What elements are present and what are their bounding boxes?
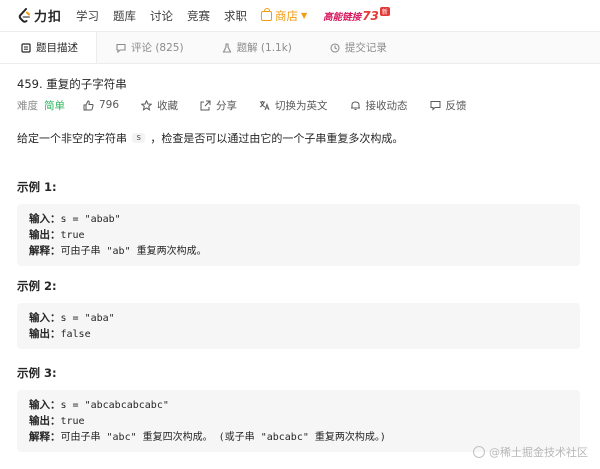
difficulty-badge: 简单 [44,99,65,112]
output-value: true [60,230,85,241]
explain-value: 可由子串 "ab" 重复两次构成。 [60,246,207,257]
example-1-block: 输入：s = "abab" 输出：true 解释：可由子串 "ab" 重复两次构… [17,204,580,266]
switch-language-label: 切换为英文 [275,99,328,112]
watermark: @稀土掘金技术社区 [473,444,588,460]
inline-code: s [132,133,146,143]
input-value: s = "abab" [60,214,121,225]
problem-tabs: 题目描述 评论 (825) 题解 (1.1k) 提交记录 [0,32,600,64]
tab-description[interactable]: 题目描述 [0,32,97,63]
input-label: 输入： [29,399,61,411]
shop-bag-icon [261,7,273,21]
nav-item-discuss[interactable]: 讨论 [150,8,173,24]
output-label: 输出： [29,415,61,427]
like-count: 796 [99,99,120,111]
promo-number: 73 [362,8,379,23]
output-label: 输出： [29,229,61,241]
tab-label: 题解 (1.1k) [236,42,292,54]
switch-language-button[interactable]: 切换为英文 [259,98,328,113]
example-output-line: 输出：false [29,326,568,342]
explain-label: 解释： [29,245,61,257]
nav-item-jobs[interactable]: 求职 [224,8,247,24]
nav-item-problems[interactable]: 题库 [113,8,136,24]
tab-solutions[interactable]: 题解 (1.1k) [203,32,311,63]
example-3-block: 输入：s = "abcabcabcabc" 输出：true 解释：可由子串 "a… [17,390,580,452]
star-icon [141,99,153,111]
translate-icon [259,100,270,110]
tab-submissions[interactable]: 提交记录 [311,32,406,63]
tab-label: 题目描述 [36,42,78,54]
explain-label: 解释： [29,431,61,443]
favorite-label: 收藏 [157,99,179,112]
example-input-line: 输入：s = "abab" [29,211,568,227]
comment-icon [116,43,126,53]
share-label: 分享 [216,99,238,112]
juejin-logo-icon [473,446,485,458]
feedback-icon [430,100,441,111]
history-icon [330,42,340,53]
promo-text: 高能链接 [323,11,362,23]
output-label: 输出： [29,328,61,340]
example-output-line: 输出：true [29,227,568,243]
nav-item-shop[interactable]: 商店 ▼ [261,7,308,24]
input-label: 输入： [29,213,61,225]
example-2-title: 示例 2: [17,279,57,293]
problem-content: 459. 重复的子字符串 难度 简单 796 收藏 分享 切换为英文 接收动态 … [0,76,600,452]
difficulty-label: 难度 [17,99,38,112]
subscribe-button[interactable]: 接收动态 [350,98,408,113]
problem-description: 给定一个非空的字符串 s ，检查是否可以通过由它的一个子串重复多次构成。 [17,130,580,146]
input-value: s = "aba" [60,313,115,324]
example-1-title: 示例 1: [17,180,57,194]
logo-text: 力扣 [34,10,63,25]
example-explain-line: 解释：可由子串 "abc" 重复四次构成。 (或子串 "abcabc" 重复两次… [29,429,568,445]
output-value: false [60,329,91,340]
like-button[interactable]: 796 [83,99,119,111]
example-2-block: 输入：s = "aba" 输出：false [17,303,580,349]
thumbs-up-icon [83,99,94,110]
nav-item-learn[interactable]: 学习 [76,8,99,24]
problem-title: 459. 重复的子字符串 [17,77,127,91]
tab-label: 提交记录 [344,42,387,54]
example-output-line: 输出：true [29,413,568,429]
feedback-button[interactable]: 反馈 [430,98,467,113]
subscribe-label: 接收动态 [365,99,408,112]
promo-badge: 新 [379,7,390,16]
favorite-button[interactable]: 收藏 [141,98,178,113]
bell-icon [350,100,360,110]
example-3-title: 示例 3: [17,366,57,380]
example-explain-line: 解释：可由子串 "ab" 重复两次构成。 [29,243,568,259]
chevron-down-icon: ▼ [301,11,308,20]
output-value: true [60,416,85,427]
top-nav: 力扣 学习 题库 讨论 竞赛 求职 商店 ▼ 高能链接 73 新 [0,0,600,32]
leetcode-logo-icon [18,7,30,23]
shop-label: 商店 [275,8,299,23]
flask-icon [222,42,231,53]
share-icon [200,100,211,110]
example-input-line: 输入：s = "abcabcabcabc" [29,397,568,413]
feedback-label: 反馈 [445,99,467,112]
watermark-text: @稀土掘金技术社区 [489,446,588,459]
logo[interactable]: 力扣 [18,6,62,25]
explain-value: 可由子串 "abc" 重复四次构成。 (或子串 "abcabc" 重复两次构成。… [60,432,386,443]
share-button[interactable]: 分享 [200,98,237,113]
problem-meta: 难度 简单 796 收藏 分享 切换为英文 接收动态 反馈 [17,97,580,113]
input-label: 输入： [29,312,61,324]
description-text-start: 给定一个非空的字符串 [17,132,127,145]
promo-banner[interactable]: 高能链接 73 新 [323,7,390,24]
document-icon [21,42,31,53]
description-text-end: ，检查是否可以通过由它的一个子串重复多次构成。 [150,132,404,145]
tab-label: 评论 (825) [131,42,184,54]
example-input-line: 输入：s = "aba" [29,310,568,326]
tab-comments[interactable]: 评论 (825) [97,32,203,63]
nav-item-contest[interactable]: 竞赛 [187,8,210,24]
input-value: s = "abcabcabcabc" [60,400,169,411]
